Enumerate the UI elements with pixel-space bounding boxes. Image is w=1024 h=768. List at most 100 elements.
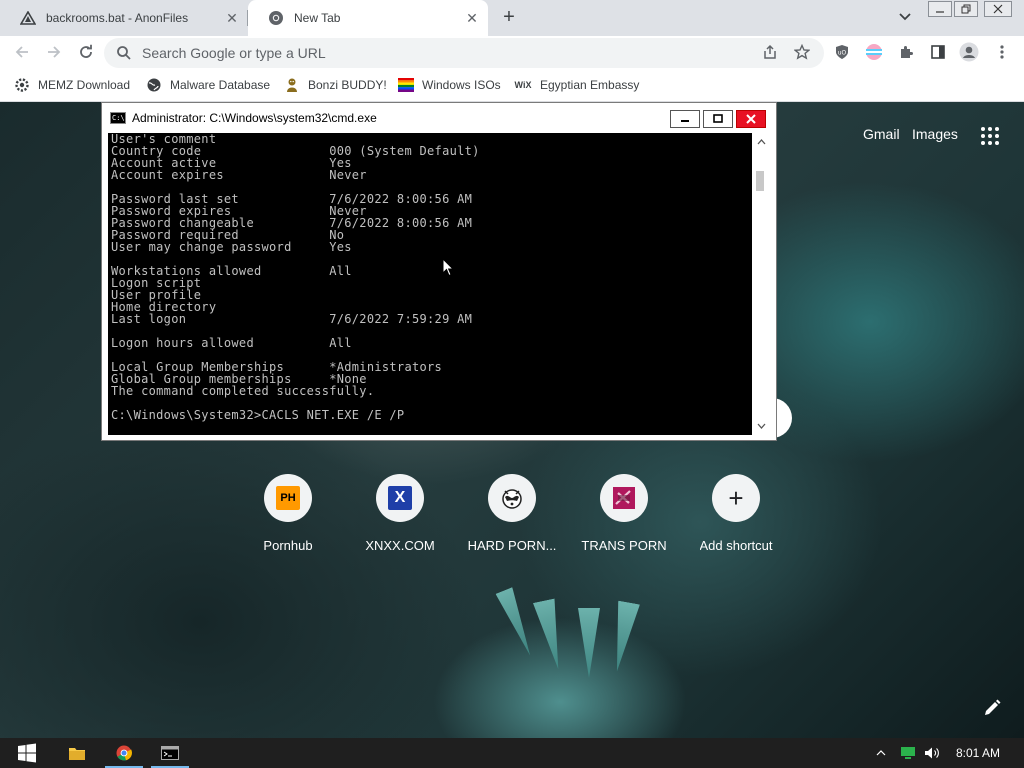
- images-link[interactable]: Images: [912, 126, 958, 142]
- volume-icon[interactable]: [924, 738, 940, 768]
- tab-new-tab[interactable]: New Tab ✕: [248, 0, 488, 36]
- console-line: User may change password Yes: [111, 240, 352, 254]
- shortcut-label: XNXX.COM: [365, 538, 435, 553]
- chrome-icon: [268, 10, 284, 26]
- bonzi-icon: [284, 77, 300, 93]
- customize-pencil-icon[interactable]: [982, 698, 1002, 718]
- cmd-close-button[interactable]: [736, 110, 766, 128]
- network-icon[interactable]: [900, 738, 916, 768]
- bookmarks-bar: MEMZ Download Malware Database Bonzi BUD…: [0, 69, 1024, 102]
- cmd-maximize-button[interactable]: [703, 110, 733, 128]
- windows-logo-icon: [18, 743, 36, 763]
- profile-avatar-icon[interactable]: [958, 41, 980, 63]
- google-apps-icon[interactable]: [978, 124, 1002, 148]
- mouse-cursor-icon: [442, 258, 454, 277]
- bookmark-label: Windows ISOs: [422, 78, 501, 92]
- extensions-puzzle-icon[interactable]: [895, 41, 917, 63]
- close-tab-icon[interactable]: ✕: [222, 8, 242, 28]
- console-output: User's comment Country code 000 (System D…: [111, 133, 480, 421]
- close-window-button[interactable]: [984, 1, 1012, 17]
- scroll-down-arrow-icon[interactable]: [754, 419, 768, 433]
- rainbow-flag-icon: [398, 77, 414, 93]
- shortcut-tile: X: [376, 474, 424, 522]
- add-shortcut-button[interactable]: + Add shortcut: [680, 474, 792, 553]
- bookmark-malware-database[interactable]: Malware Database: [146, 75, 270, 95]
- restore-window-button[interactable]: [954, 1, 978, 17]
- cmd-minimize-button[interactable]: [670, 110, 700, 128]
- side-panel-icon[interactable]: [927, 41, 949, 63]
- bookmark-windows-isos[interactable]: Windows ISOs: [398, 75, 501, 95]
- cmd-app-icon: C:\: [110, 112, 126, 124]
- bookmark-egyptian-embassy[interactable]: WiX Egyptian Embassy: [514, 75, 640, 95]
- plus-icon: +: [728, 483, 744, 513]
- reload-button[interactable]: [74, 40, 98, 64]
- shortcut-trans-porn[interactable]: TRANS PORN: [568, 474, 680, 553]
- share-icon[interactable]: [759, 41, 781, 63]
- wix-icon: WiX: [514, 80, 532, 90]
- cmd-scrollbar[interactable]: [752, 133, 770, 435]
- memz-gear-icon: [14, 77, 30, 93]
- search-icon: [117, 46, 131, 60]
- taskbar-file-explorer[interactable]: [54, 738, 100, 768]
- shortcut-label: Pornhub: [263, 538, 313, 553]
- cmd-console[interactable]: User's comment Country code 000 (System D…: [108, 133, 752, 435]
- tab-title: New Tab: [294, 11, 341, 25]
- cmd-title: Administrator: C:\Windows\system32\cmd.e…: [132, 111, 377, 125]
- shortcut-label: TRANS PORN: [581, 538, 667, 553]
- shortcut-tile: +: [712, 474, 760, 522]
- tray-overflow-chevron-icon[interactable]: [876, 738, 886, 768]
- bookmark-label: MEMZ Download: [38, 78, 131, 92]
- start-button[interactable]: [4, 738, 50, 768]
- browser-toolbar: uO: [0, 36, 1024, 69]
- omnibox[interactable]: [104, 38, 824, 68]
- wallpaper-fang: [606, 601, 640, 674]
- bookmark-label: Malware Database: [170, 78, 271, 92]
- taskbar-chrome[interactable]: [101, 738, 147, 768]
- new-tab-button[interactable]: +: [498, 6, 520, 28]
- wallpaper-fang: [496, 587, 539, 659]
- scroll-up-arrow-icon[interactable]: [754, 135, 768, 149]
- globe-icon: [146, 77, 162, 93]
- bookmark-star-icon[interactable]: [791, 41, 813, 63]
- back-button[interactable]: [10, 40, 34, 64]
- console-line: Last logon 7/6/2022 7:59:29 AM: [111, 312, 473, 326]
- shortcut-xnxx[interactable]: X XNXX.COM: [344, 474, 456, 553]
- shortcut-label: Add shortcut: [699, 538, 773, 553]
- address-input[interactable]: [142, 45, 824, 61]
- anonfiles-icon: [20, 10, 36, 26]
- svg-text:uO: uO: [838, 50, 847, 57]
- bookmark-label: Egyptian Embassy: [540, 78, 640, 92]
- forward-button[interactable]: [42, 40, 66, 64]
- raccoon-face-icon: [502, 489, 522, 509]
- shortcut-tile: [600, 474, 648, 522]
- console-line: C:\Windows\System32>CACLS NET.EXE /E /P: [111, 408, 405, 422]
- console-line: Account expires Never: [111, 168, 367, 182]
- taskbar-cmd[interactable]: [147, 738, 193, 768]
- taskbar: 8:01 AM: [0, 738, 1024, 768]
- console-line: Logon hours allowed All: [111, 336, 352, 350]
- bookmark-memz-download[interactable]: MEMZ Download: [14, 75, 130, 95]
- gmail-link[interactable]: Gmail: [863, 126, 900, 142]
- scroll-thumb[interactable]: [756, 171, 764, 191]
- cmd-icon: [161, 746, 179, 760]
- menu-kebab-icon[interactable]: [991, 41, 1013, 63]
- tab-anonfiles[interactable]: backrooms.bat - AnonFiles ✕: [0, 0, 248, 36]
- wallpaper-fang: [578, 608, 600, 678]
- shortcut-pornhub[interactable]: PH Pornhub: [232, 474, 344, 553]
- shortcut-label: HARD PORN...: [467, 538, 557, 553]
- tab-search-icon[interactable]: [896, 8, 914, 26]
- cmd-window[interactable]: C:\ Administrator: C:\Windows\system32\c…: [101, 102, 777, 441]
- clock[interactable]: 8:01 AM: [956, 738, 1000, 768]
- minimize-window-button[interactable]: [928, 1, 952, 17]
- xnxx-logo-icon: X: [388, 486, 412, 510]
- close-tab-icon[interactable]: ✕: [462, 8, 482, 28]
- tab-title: backrooms.bat - AnonFiles: [46, 11, 189, 25]
- pornhub-logo-icon: PH: [276, 486, 300, 510]
- tab-strip: backrooms.bat - AnonFiles ✕ New Tab ✕ +: [0, 0, 1024, 36]
- shortcut-hard-porn[interactable]: HARD PORN...: [456, 474, 568, 553]
- bookmark-bonzi-buddy[interactable]: Bonzi BUDDY!: [284, 75, 387, 95]
- colorful-extension-icon[interactable]: [863, 41, 885, 63]
- trans-porn-logo-icon: [613, 487, 635, 509]
- ublock-extension-icon[interactable]: uO: [831, 41, 853, 63]
- shortcut-tile: [488, 474, 536, 522]
